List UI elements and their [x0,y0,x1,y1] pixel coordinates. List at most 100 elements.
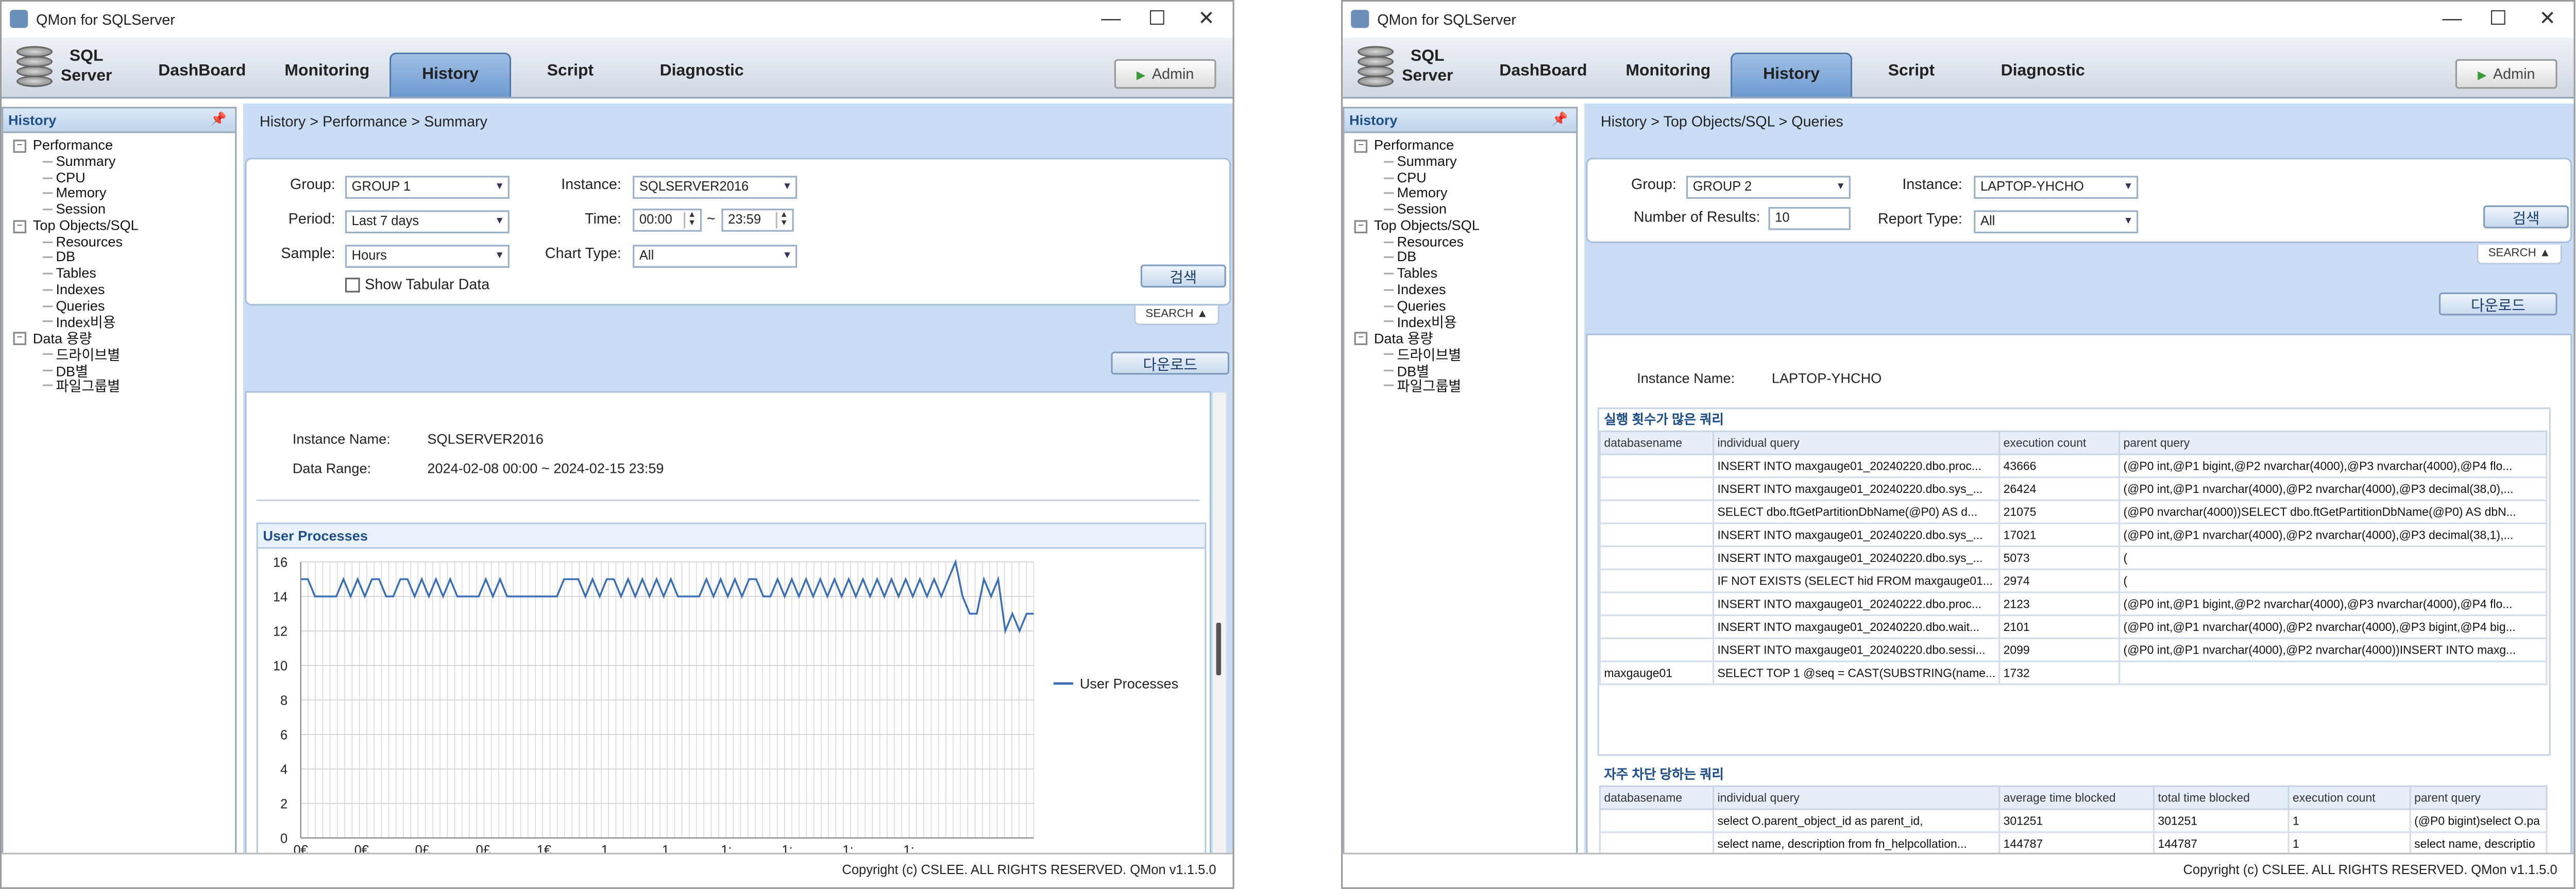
sidebar-item[interactable]: Performance [1374,136,1454,153]
table-row[interactable]: INSERT INTO maxgauge01_20240220.dbo.sess… [1599,637,2548,662]
sample-select[interactable]: Hours ▼ [345,245,510,268]
minimize-icon[interactable]: — [2428,5,2477,31]
window-title: QMon for SQLServer [1377,11,1516,28]
sidebar-item[interactable]: DB [1397,248,1417,265]
tab-monitoring[interactable]: Monitoring [1609,51,1727,94]
collapse-toggle-icon[interactable]: − [1354,140,1368,153]
column-header[interactable]: individual query [1712,430,2001,455]
sidebar-item[interactable]: Summary [56,152,115,169]
search-toggle[interactable]: SEARCH ▲ [2477,245,2563,265]
column-header[interactable]: execution count [2287,785,2411,810]
tab-script[interactable]: Script [1856,51,1968,94]
minimize-icon[interactable]: — [1087,5,1136,31]
column-header[interactable]: databasename [1599,430,1715,455]
tab-dashboard[interactable]: DashBoard [1487,51,1599,94]
pin-icon[interactable]: 📌 [210,109,227,132]
sidebar-item[interactable]: Session [56,200,105,217]
checkbox-icon[interactable] [345,278,360,293]
tab-dashboard[interactable]: DashBoard [146,51,258,94]
column-header[interactable]: databasename [1599,785,1715,810]
column-header[interactable]: average time blocked [1998,785,2155,810]
table-row[interactable]: INSERT INTO maxgauge01_20240220.dbo.wait… [1599,614,2548,639]
tree-connector [42,304,53,306]
sidebar-item[interactable]: 파일그룹별 [56,377,120,396]
maximize-icon[interactable]: ☐ [2473,5,2523,31]
column-header[interactable]: execution count [1998,430,2121,455]
tab-script[interactable]: Script [514,51,626,94]
group-label: Group: [290,176,335,193]
collapse-toggle-icon[interactable]: − [13,332,27,345]
column-header[interactable]: total time blocked [2153,785,2290,810]
time-to-input[interactable]: 23:59 ▲ ▼ [721,209,794,232]
group-select[interactable]: GROUP 2 ▼ [1686,176,1851,199]
period-select[interactable]: Last 7 days ▼ [345,210,510,233]
report-type-select[interactable]: All ▼ [1974,210,2139,233]
table-row[interactable]: select name, description from fn_helpcol… [1599,831,2548,856]
show-tabular-checkbox[interactable]: Show Tabular Data [345,276,489,293]
sidebar-item[interactable]: DB [56,248,75,265]
sidebar-item[interactable]: Top Objects/SQL [1374,216,1480,233]
sidebar-item[interactable]: Memory [56,184,106,201]
instance-select[interactable]: LAPTOP-YHCHO ▼ [1974,176,2139,199]
table-row[interactable]: INSERT INTO maxgauge01_20240220.dbo.sys_… [1599,476,2548,501]
collapse-toggle-icon[interactable]: − [1354,219,1368,233]
sidebar-item[interactable]: CPU [1397,168,1427,185]
sidebar-item[interactable]: Performance [33,136,113,153]
column-header[interactable]: individual query [1712,785,2001,810]
maximize-icon[interactable]: ☐ [1132,5,1182,31]
vertical-scrollbar[interactable] [1213,392,1226,858]
vertical-scrollbar[interactable] [2574,416,2575,744]
sidebar-item[interactable]: CPU [56,168,85,185]
sidebar-item[interactable]: Top Objects/SQL [33,216,139,233]
sidebar-item[interactable]: Queries [1397,297,1446,313]
table-row[interactable]: INSERT INTO maxgauge01_20240220.dbo.sys_… [1599,522,2548,548]
pin-icon[interactable]: 📌 [1551,109,1568,132]
sidebar-item[interactable]: Memory [1397,184,1448,201]
instance-select[interactable]: SQLSERVER2016 ▼ [633,176,798,199]
table-row[interactable]: select O.parent_object_id as parent_id, 3… [1599,808,2548,833]
sidebar-item[interactable]: Indexes [1397,281,1446,297]
scrollbar-thumb[interactable] [1216,623,1222,676]
table-row[interactable]: SELECT dbo.ftGetPartitionDbName(@P0) AS … [1599,499,2548,524]
collapse-toggle-icon[interactable]: − [13,140,27,153]
tab-monitoring[interactable]: Monitoring [268,51,386,94]
time-from-input[interactable]: 00:00 ▲ ▼ [633,209,702,232]
chart-type-select[interactable]: All ▼ [633,245,798,268]
spinner-icon[interactable]: ▲ ▼ [684,211,699,229]
download-button[interactable]: 다운로드 [2438,292,2557,316]
search-button[interactable]: 검색 [2483,205,2569,229]
search-toggle[interactable]: SEARCH ▲ [1134,305,1220,326]
admin-button[interactable]: ▶ Admin [1114,59,1216,89]
table-row[interactable]: INSERT INTO maxgauge01_20240222.dbo.proc… [1599,591,2548,617]
search-button[interactable]: 검색 [1140,264,1226,288]
group-select[interactable]: GROUP 1 ▼ [345,176,510,199]
collapse-toggle-icon[interactable]: − [1354,332,1368,345]
tab-diagnostic[interactable]: Diagnostic [636,51,768,94]
collapse-toggle-icon[interactable]: − [13,219,27,233]
column-header[interactable]: parent query [2409,785,2548,810]
table-row[interactable]: maxgauge01 SELECT TOP 1 @seq = CAST(SUBST… [1599,660,2548,686]
sidebar-item[interactable]: Session [1397,200,1447,217]
right-window: QMon for SQLServer — ☐ ✕ SQL Server DashB… [1341,0,2575,889]
table-row[interactable]: INSERT INTO maxgauge01_20240220.dbo.proc… [1599,453,2548,478]
table-row[interactable]: IF NOT EXISTS (SELECT hid FROM maxgauge0… [1599,568,2548,593]
sidebar-item[interactable]: Tables [56,265,96,281]
sidebar-item[interactable]: Resources [56,232,123,249]
tab-diagnostic[interactable]: Diagnostic [1977,51,2109,94]
sidebar-item[interactable]: Tables [1397,265,1437,281]
results-input[interactable]: 10 [1768,207,1851,230]
tab-history[interactable]: History [1731,53,1853,97]
sidebar-item[interactable]: Queries [56,297,105,313]
column-header[interactable]: parent query [2118,430,2548,455]
sidebar-item[interactable]: Indexes [56,281,105,297]
sidebar-item[interactable]: Resources [1397,232,1464,249]
tab-history[interactable]: History [389,53,512,97]
close-icon[interactable]: ✕ [2523,5,2572,31]
close-icon[interactable]: ✕ [1182,5,1231,31]
sidebar-item[interactable]: 파일그룹별 [1397,377,1462,396]
table-row[interactable]: INSERT INTO maxgauge01_20240220.dbo.sys_… [1599,545,2548,570]
download-button[interactable]: 다운로드 [1111,351,1230,375]
spinner-icon[interactable]: ▲ ▼ [775,211,791,229]
admin-button[interactable]: ▶ Admin [2455,59,2557,89]
sidebar-item[interactable]: Summary [1397,152,1457,169]
